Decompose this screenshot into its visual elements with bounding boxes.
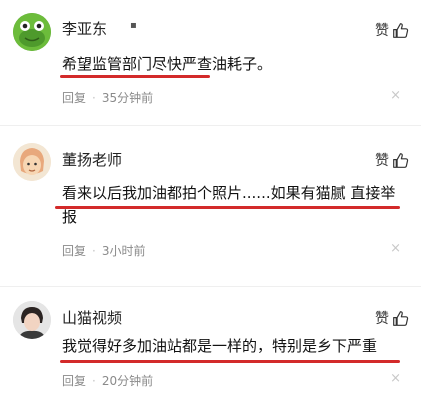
comment-item: 山猫视频 赞 我觉得好多加油站都是一样的，特别是乡下严重 回复 · 20分钟前 … (0, 287, 421, 413)
thumbs-up-icon (393, 152, 409, 168)
like-button[interactable]: 赞 (375, 150, 409, 170)
comment-text: 希望监管部门尽快严查油耗子。 (62, 55, 273, 73)
like-label: 赞 (375, 311, 389, 327)
thumbs-up-icon (393, 310, 409, 326)
thumbs-up-icon (393, 22, 409, 38)
highlight-underline (55, 206, 400, 209)
comment-meta: 回复 · 3小时前 (62, 242, 145, 259)
close-icon[interactable]: × (390, 241, 401, 256)
like-button[interactable]: 赞 (375, 20, 409, 40)
frog-avatar-icon (13, 13, 51, 51)
timestamp: 35分钟前 (101, 91, 154, 105)
comment-text: 我觉得好多加油站都是一样的，特别是乡下严重 (62, 337, 378, 355)
cartoon-avatar-icon (13, 143, 51, 181)
like-label: 赞 (375, 153, 389, 169)
like-label: 赞 (375, 23, 389, 39)
avatar[interactable] (13, 13, 51, 51)
comment-item: 李亚东 ▪ 赞 希望监管部门尽快严查油耗子。 回复 · 35分钟前 × (0, 0, 421, 125)
timestamp: 20分钟前 (101, 374, 154, 388)
comment-item: 董扬老师 赞 看来以后我加油都拍个照片......如果有猫腻 直接举报 回复 ·… (0, 126, 421, 286)
comment-meta: 回复 · 35分钟前 (62, 89, 153, 106)
user-badge: ▪ (130, 20, 137, 31)
comment-meta: 回复 · 20分钟前 (62, 372, 153, 389)
username[interactable]: 董扬老师 (62, 150, 122, 170)
reply-link[interactable]: 回复 (62, 89, 86, 106)
meta-separator: · (92, 243, 96, 258)
highlight-underline (60, 360, 400, 363)
close-icon[interactable]: × (390, 371, 401, 386)
username[interactable]: 山猫视频 (62, 308, 122, 328)
avatar[interactable] (13, 143, 51, 181)
person-avatar-icon (13, 301, 51, 339)
meta-separator: · (92, 90, 96, 105)
meta-separator: · (92, 373, 96, 388)
username[interactable]: 李亚东 (62, 19, 107, 39)
avatar[interactable] (13, 301, 51, 339)
close-icon[interactable]: × (390, 88, 401, 103)
like-button[interactable]: 赞 (375, 308, 409, 328)
timestamp: 3小时前 (101, 244, 146, 258)
comment-text: 看来以后我加油都拍个照片......如果有猫腻 直接举报 (62, 184, 396, 226)
reply-link[interactable]: 回复 (62, 372, 86, 389)
highlight-underline (60, 75, 210, 78)
reply-link[interactable]: 回复 (62, 242, 86, 259)
